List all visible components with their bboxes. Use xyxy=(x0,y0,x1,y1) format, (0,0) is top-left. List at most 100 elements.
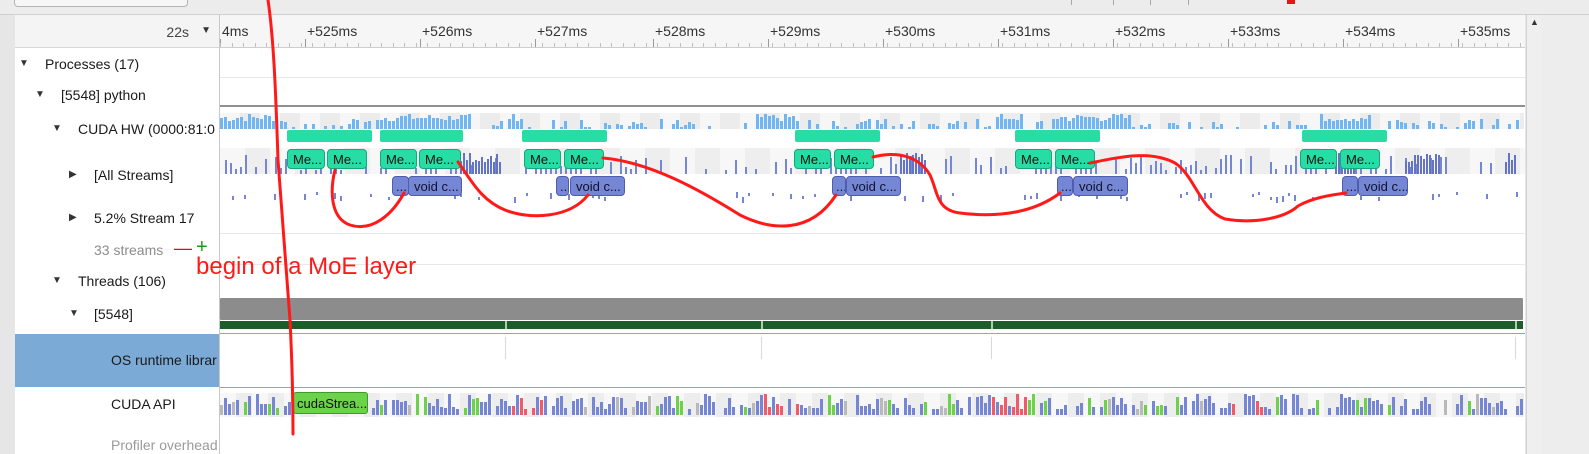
api-call xyxy=(1296,395,1299,415)
kernel-me[interactable]: Me... xyxy=(419,149,461,169)
kernel-strip[interactable] xyxy=(522,130,607,142)
kernel-small[interactable]: ... xyxy=(392,176,409,196)
stream-low-bar xyxy=(388,197,390,200)
collapse-streams-icon[interactable]: — xyxy=(174,238,192,259)
kernel-strip[interactable] xyxy=(1302,130,1387,142)
kernel-strip[interactable] xyxy=(795,130,880,142)
kernel-strip[interactable] xyxy=(1015,130,1100,142)
api-call xyxy=(284,406,287,415)
ruler-minor-tick xyxy=(1324,43,1325,47)
kernel-me[interactable]: Me... xyxy=(524,149,561,169)
right-margin xyxy=(1541,15,1589,454)
api-call xyxy=(612,397,615,415)
stream-low-bar xyxy=(550,193,552,199)
kernel-me[interactable]: Me... xyxy=(1340,149,1380,169)
kernel-me[interactable]: Me... xyxy=(1015,149,1052,169)
stream-low-bar xyxy=(1456,192,1458,195)
stream-bg-bar xyxy=(380,168,382,174)
stream-bg-dense xyxy=(1423,159,1425,174)
stream-bg-bar xyxy=(745,167,747,174)
api-call xyxy=(1144,405,1147,415)
kernel-me[interactable]: Me... xyxy=(1055,149,1095,169)
kernel-me[interactable]: Me... xyxy=(287,149,325,169)
stream-bg-bar xyxy=(575,169,577,174)
gpu-activity-bar xyxy=(640,123,643,129)
tree-row-os-runtime[interactable]: OS runtime librar xyxy=(15,334,219,387)
toolbar-dropdown[interactable] xyxy=(14,0,188,7)
tree-row-processes[interactable]: ▼ Processes (17) xyxy=(15,55,219,75)
stream-bg-bar xyxy=(610,162,612,174)
gpu-activity-bar xyxy=(364,122,367,129)
cuda-stream-sync-call[interactable]: cudaStrea... xyxy=(293,392,368,414)
api-call xyxy=(1200,401,1203,415)
kernel-void[interactable]: void c... xyxy=(408,176,462,196)
api-call xyxy=(1336,407,1339,415)
gpu-activity-bar xyxy=(1076,115,1079,129)
expand-arrow-icon[interactable]: ▼ xyxy=(52,275,62,286)
kernel-small[interactable]: ... xyxy=(832,176,846,196)
kernel-small[interactable]: ... xyxy=(1342,176,1358,196)
tree-row-python[interactable]: ▼ [5548] python xyxy=(15,86,219,106)
kernel-void[interactable]: void c... xyxy=(570,176,625,196)
gpu-activity-bar xyxy=(1068,121,1071,129)
kernel-void[interactable]: void c... xyxy=(1358,176,1408,196)
kernel-small[interactable]: ... xyxy=(1057,176,1073,196)
timeline-view[interactable]: 4ms +525ms +526ms +527ms +528ms +529ms +530ms +… xyxy=(220,15,1525,454)
tree-row-threads[interactable]: ▼ Threads (106) xyxy=(15,272,219,292)
api-call xyxy=(1400,406,1403,415)
tree-row-profiler-overhead[interactable]: Profiler overhead xyxy=(15,436,219,454)
expand-arrow-icon[interactable]: ▼ xyxy=(52,123,62,134)
api-call xyxy=(700,405,703,415)
gpu-activity-bar xyxy=(1320,114,1323,129)
api-call xyxy=(1252,395,1255,415)
kernel-strip[interactable] xyxy=(287,130,372,142)
collapse-arrow-icon[interactable]: ▶ xyxy=(69,212,77,223)
expand-arrow-icon[interactable]: ▼ xyxy=(69,308,79,319)
gpu-activity-bar xyxy=(1328,119,1331,129)
kernel-me[interactable]: Me... xyxy=(834,149,874,169)
thread-running-bar[interactable] xyxy=(220,321,1523,329)
tree-row-cuda-api[interactable]: CUDA API xyxy=(15,395,219,415)
gpu-activity-bar xyxy=(1472,121,1475,129)
kernel-me[interactable]: Me... xyxy=(564,149,604,169)
expand-arrow-icon[interactable]: ▼ xyxy=(19,58,29,69)
tree-row-cuda-hw[interactable]: ▼ CUDA HW (0000:81:0 xyxy=(15,120,219,140)
tree-label-stream-17: 5.2% Stream 17 xyxy=(94,210,195,226)
stream-bg-bar xyxy=(1250,156,1252,174)
gpu-activity-bar xyxy=(1040,121,1043,129)
gpu-activity-bar xyxy=(1364,119,1367,129)
api-call xyxy=(1204,399,1207,415)
kernel-me[interactable]: Me... xyxy=(794,149,831,169)
gpu-activity-bar xyxy=(432,118,435,129)
gpu-activity-bar xyxy=(392,121,395,129)
api-call xyxy=(1004,397,1007,415)
gpu-activity-bar xyxy=(272,121,275,129)
kernel-void[interactable]: void c... xyxy=(846,176,901,196)
gpu-activity-bar xyxy=(420,118,423,129)
kernel-me[interactable]: Me... xyxy=(327,149,367,169)
collapse-arrow-icon[interactable]: ▶ xyxy=(69,169,77,180)
api-call xyxy=(1316,400,1319,415)
kernel-strip[interactable] xyxy=(380,130,463,142)
gpu-activity-bar xyxy=(1468,120,1471,129)
gpu-activity-bar xyxy=(1056,119,1059,129)
stream-low-bar xyxy=(736,192,738,198)
stream-bg-bar xyxy=(415,168,417,174)
stream-bg-bar xyxy=(1295,156,1297,174)
kernel-me[interactable]: Me... xyxy=(1300,149,1337,169)
kernel-void[interactable]: void c... xyxy=(1073,176,1128,196)
gpu-activity-bar xyxy=(1148,124,1151,129)
time-ruler[interactable]: 4ms +525ms +526ms +527ms +528ms +529ms +530ms +… xyxy=(220,15,1525,48)
tree-row-thread-5548[interactable]: ▼ [5548] xyxy=(15,305,219,325)
scroll-up-icon[interactable]: ▲ xyxy=(1530,17,1539,27)
tree-row-stream-17[interactable]: ▶ 5.2% Stream 17 xyxy=(15,209,219,229)
thread-state-bar[interactable] xyxy=(220,298,1523,320)
tree-row-all-streams[interactable]: ▶ [All Streams] xyxy=(15,166,219,186)
expand-arrow-icon[interactable]: ▼ xyxy=(35,89,45,100)
kernel-small[interactable]: ... xyxy=(556,176,569,196)
gpu-activity-bar xyxy=(584,127,587,129)
zoom-dropdown-icon[interactable]: ▼ xyxy=(201,25,211,36)
kernel-me[interactable]: Me... xyxy=(380,149,417,169)
vertical-scrollbar[interactable]: ▲ xyxy=(1526,15,1541,454)
gpu-activity-bar xyxy=(1088,117,1091,129)
